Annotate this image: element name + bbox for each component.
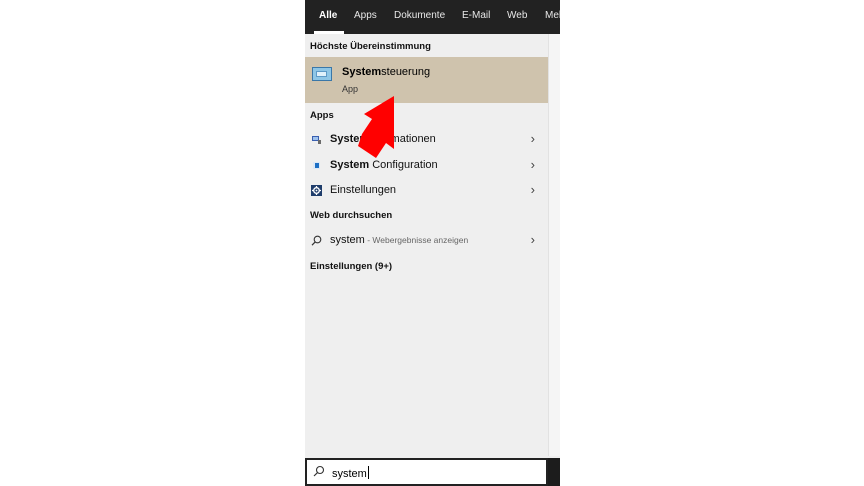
annotation-arrow-icon [358,96,394,158]
